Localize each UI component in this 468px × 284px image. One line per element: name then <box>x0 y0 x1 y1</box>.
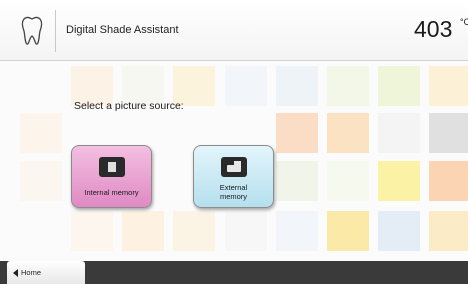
bottom-navigation-bar: Home <box>0 261 468 284</box>
tooth-icon <box>21 16 43 45</box>
memory-chip-icon <box>99 157 125 177</box>
external-memory-label: External memory <box>219 183 248 201</box>
shade-tile <box>429 113 468 153</box>
shade-tile <box>327 66 369 106</box>
shade-tile <box>276 66 318 106</box>
external-memory-button[interactable]: External memory <box>193 145 274 208</box>
home-label: Home <box>21 268 42 277</box>
shade-tile <box>378 113 420 153</box>
shade-tile <box>276 113 318 153</box>
app-title: Digital Shade Assistant <box>66 24 179 36</box>
shade-tile <box>378 66 420 106</box>
header-bar: Digital Shade Assistant 403 °C <box>0 0 468 61</box>
shade-tile <box>378 211 420 251</box>
shade-tile <box>327 113 369 153</box>
shade-tile <box>225 211 267 251</box>
shade-tile <box>276 211 318 251</box>
shade-tile <box>122 211 164 251</box>
shade-tile <box>327 211 369 251</box>
main-content: Select a picture source: Internal memory… <box>0 61 468 261</box>
memory-card-icon <box>221 157 247 177</box>
shade-tile <box>429 161 468 201</box>
picture-source-prompt: Select a picture source: <box>74 100 184 112</box>
home-tab-button[interactable]: Home <box>7 261 85 284</box>
header-divider <box>55 10 56 52</box>
shade-tile <box>20 113 62 153</box>
shade-tile <box>429 66 468 106</box>
shade-tile <box>276 161 318 201</box>
shade-tile <box>20 161 62 201</box>
arrow-left-icon <box>13 269 18 277</box>
shade-tile <box>378 161 420 201</box>
shade-tile <box>225 66 267 106</box>
internal-memory-button[interactable]: Internal memory <box>71 145 152 208</box>
temperature-value: 403 <box>414 16 453 42</box>
shade-tile <box>71 211 113 251</box>
shade-tile <box>327 161 369 201</box>
shade-tile <box>173 211 215 251</box>
shade-tile <box>429 211 468 251</box>
temperature-unit: °C <box>460 17 468 27</box>
internal-memory-label: Internal memory <box>84 188 139 197</box>
